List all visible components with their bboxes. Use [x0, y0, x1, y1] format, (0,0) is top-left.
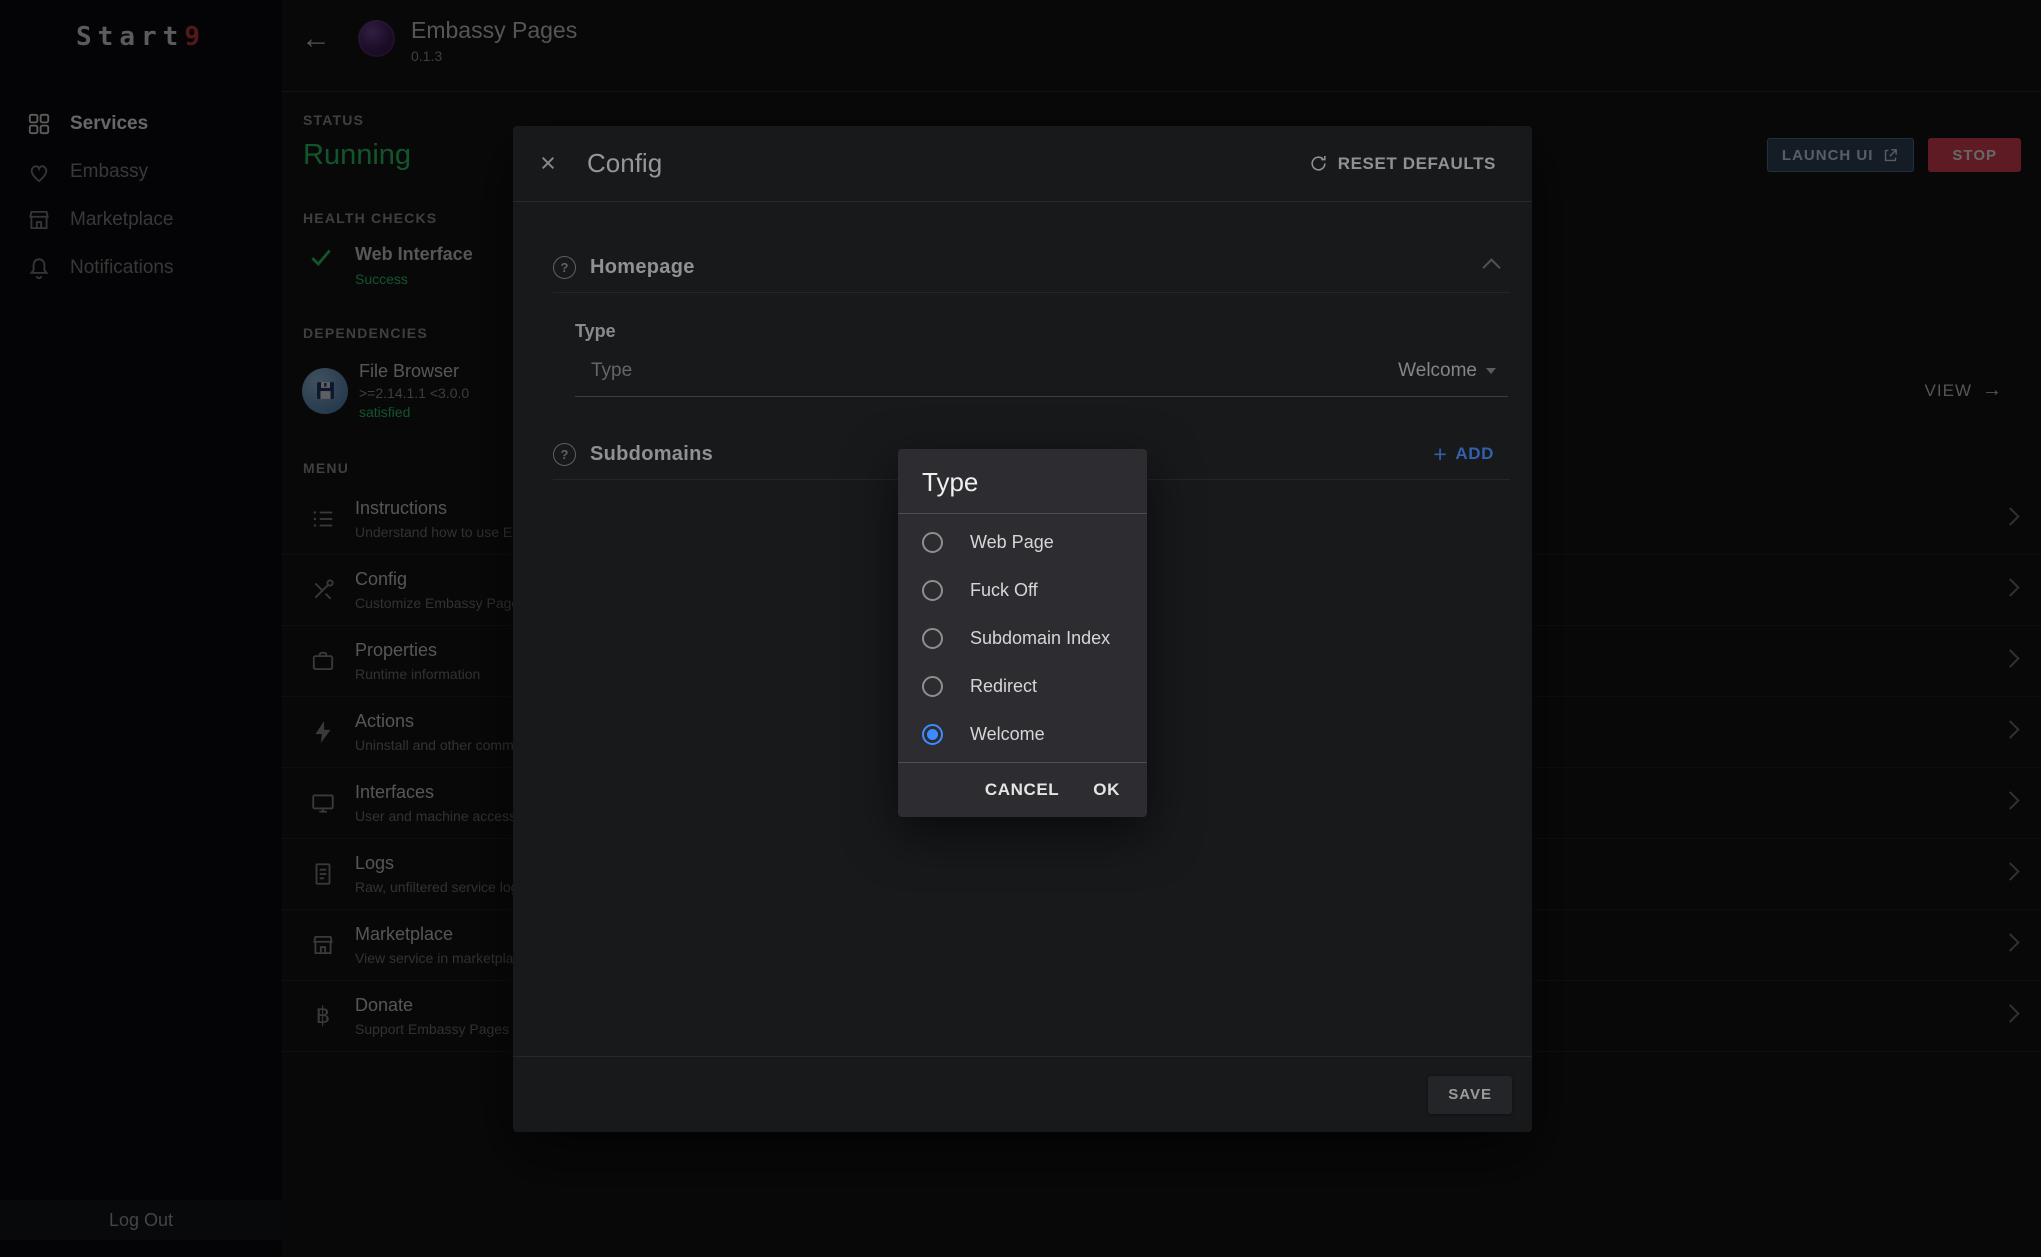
radio-option-subdomain-index[interactable]: Subdomain Index [898, 614, 1147, 662]
cancel-button[interactable]: CANCEL [972, 772, 1072, 808]
radio-option-label: Web Page [970, 532, 1054, 553]
radio-option-label: Fuck Off [970, 580, 1038, 601]
type-select-dialog: Type Web Page Fuck Off Subdomain Index R… [898, 449, 1147, 817]
radio-option-fuck-off[interactable]: Fuck Off [898, 566, 1147, 614]
radio-group: Web Page Fuck Off Subdomain Index Redire… [898, 513, 1147, 763]
dialog-title: Type [898, 449, 1147, 513]
app-screen: Start9 Services Embassy [0, 0, 2041, 1257]
radio-icon [922, 580, 943, 601]
radio-icon [922, 676, 943, 697]
radio-icon [922, 724, 943, 745]
radio-icon [922, 532, 943, 553]
radio-option-redirect[interactable]: Redirect [898, 662, 1147, 710]
radio-icon [922, 628, 943, 649]
dialog-buttons: CANCEL OK [898, 763, 1147, 817]
radio-option-label: Redirect [970, 676, 1037, 697]
radio-option-welcome[interactable]: Welcome [898, 710, 1147, 758]
radio-option-label: Welcome [970, 724, 1045, 745]
radio-option-label: Subdomain Index [970, 628, 1110, 649]
radio-option-web-page[interactable]: Web Page [898, 518, 1147, 566]
ok-button[interactable]: OK [1080, 772, 1133, 808]
